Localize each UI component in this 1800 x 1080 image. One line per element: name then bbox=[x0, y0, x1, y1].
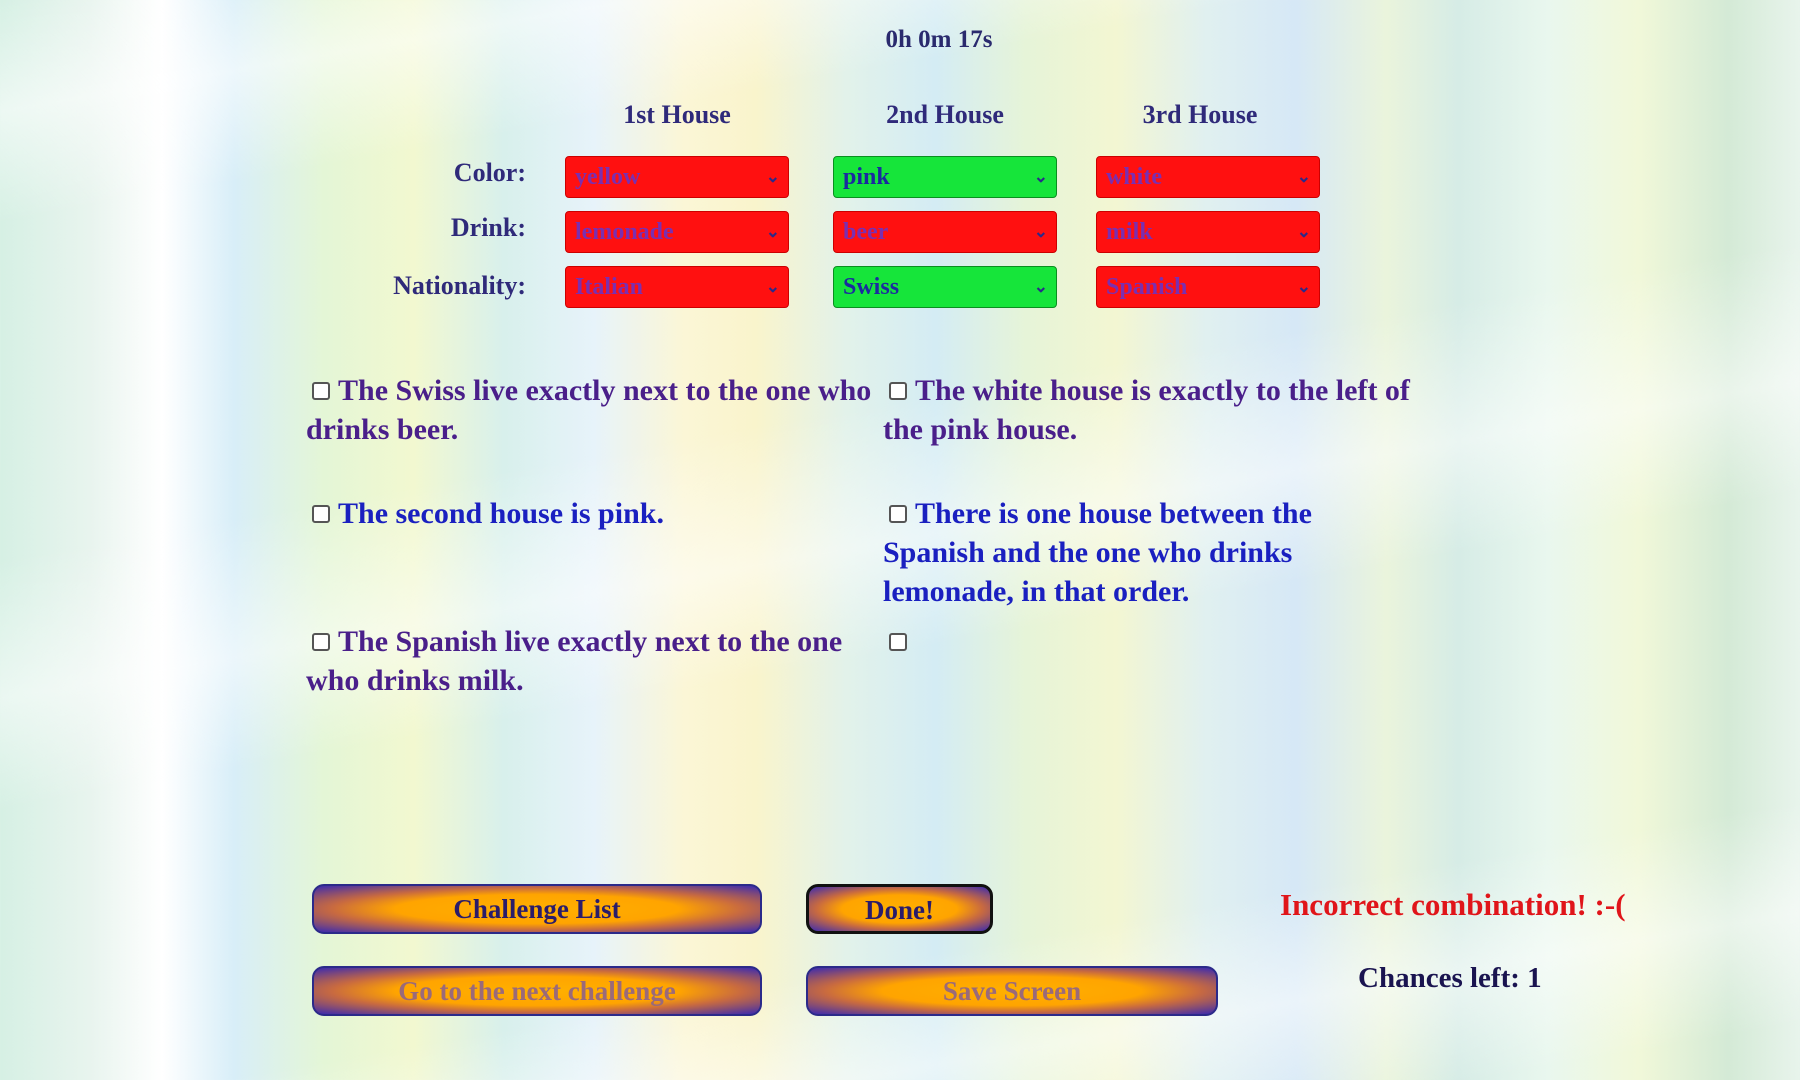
row-label-color: Color: bbox=[453, 158, 526, 187]
clue-checkbox[interactable] bbox=[889, 505, 907, 524]
status-message: Incorrect combination! :-( bbox=[1280, 887, 1626, 922]
chevron-down-icon: ⌄ bbox=[1033, 222, 1048, 241]
clue-checkbox[interactable] bbox=[889, 633, 907, 652]
chevron-down-icon: ⌄ bbox=[765, 277, 780, 296]
column-header-2: 2nd House bbox=[886, 100, 1004, 129]
select-drink-house-3[interactable]: milk ⌄ bbox=[1096, 211, 1320, 253]
clue-checkbox[interactable] bbox=[312, 505, 330, 524]
chevron-down-icon: ⌄ bbox=[1296, 277, 1311, 296]
save-screen-button[interactable]: Save Screen bbox=[806, 966, 1218, 1016]
clue-6 bbox=[883, 622, 1453, 661]
chevron-down-icon: ⌄ bbox=[1296, 222, 1311, 241]
select-nationality-house-2[interactable]: Swiss ⌄ bbox=[833, 266, 1057, 308]
chevron-down-icon: ⌄ bbox=[1033, 277, 1048, 296]
chevron-down-icon: ⌄ bbox=[1033, 167, 1048, 186]
chevron-down-icon: ⌄ bbox=[765, 222, 780, 241]
next-challenge-button[interactable]: Go to the next challenge bbox=[312, 966, 762, 1016]
column-header-1: 1st House bbox=[623, 100, 731, 129]
clue-5: The Spanish live exactly next to the one… bbox=[306, 625, 843, 697]
clue-3: The second house is pink. bbox=[306, 494, 876, 533]
select-drink-house-2[interactable]: beer ⌄ bbox=[833, 211, 1057, 253]
row-label-drink: Drink: bbox=[450, 213, 526, 242]
select-color-house-3[interactable]: white ⌄ bbox=[1096, 156, 1320, 198]
select-nationality-house-3[interactable]: Spanish ⌄ bbox=[1096, 266, 1320, 308]
select-color-house-1[interactable]: yellow ⌄ bbox=[565, 156, 789, 198]
select-drink-house-1[interactable]: lemonade ⌄ bbox=[565, 211, 789, 253]
clue-checkbox[interactable] bbox=[312, 382, 330, 401]
clue-4: There is one house between the Spanish a… bbox=[883, 497, 1312, 608]
row-label-nationality: Nationality: bbox=[393, 271, 526, 300]
clue-2: The white house is exactly to the left o… bbox=[883, 374, 1410, 446]
clue-checkbox[interactable] bbox=[312, 633, 330, 652]
select-nationality-house-1[interactable]: Italian ⌄ bbox=[565, 266, 789, 308]
clue-checkbox[interactable] bbox=[889, 382, 907, 401]
chevron-down-icon: ⌄ bbox=[765, 167, 780, 186]
challenge-list-button[interactable]: Challenge List bbox=[312, 884, 762, 934]
chances-left: Chances left: 1 bbox=[1358, 962, 1542, 994]
timer: 0h 0m 17s bbox=[885, 26, 993, 53]
column-header-3: 3rd House bbox=[1142, 100, 1258, 129]
clue-1: The Swiss live exactly next to the one w… bbox=[306, 374, 872, 446]
select-color-house-2[interactable]: pink ⌄ bbox=[833, 156, 1057, 198]
done-button[interactable]: Done! bbox=[806, 884, 993, 934]
chevron-down-icon: ⌄ bbox=[1296, 167, 1311, 186]
